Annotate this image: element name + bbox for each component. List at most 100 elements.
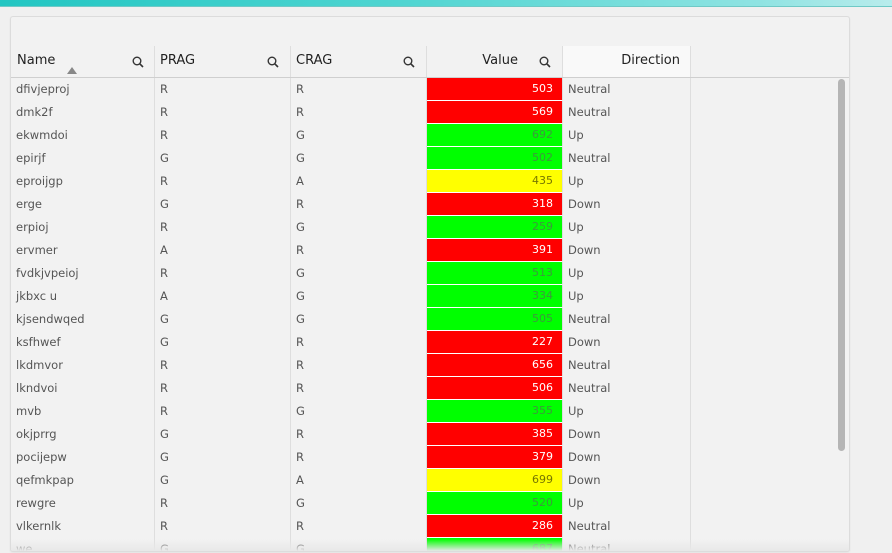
cell-direction: Up	[563, 400, 691, 423]
cell-crag: G	[291, 216, 427, 239]
cell-value: 502	[427, 147, 563, 170]
cell-crag: G	[291, 124, 427, 147]
table-row[interactable]: erpioj R G 259 Up	[11, 216, 849, 239]
cell-crag: R	[291, 515, 427, 538]
table-row[interactable]: dfivjeproj R R 503 Neutral	[11, 78, 849, 101]
table-row[interactable]: jkbxc u A G 334 Up	[11, 285, 849, 308]
cell-direction: Up	[563, 124, 691, 147]
cell-direction: Neutral	[563, 101, 691, 124]
cell-direction: Down	[563, 469, 691, 492]
cell-prag: R	[155, 400, 291, 423]
panel-footer	[11, 539, 849, 551]
cell-crag: R	[291, 78, 427, 101]
cell-crag: R	[291, 331, 427, 354]
cell-direction: Neutral	[563, 515, 691, 538]
cell-crag: G	[291, 492, 427, 515]
cell-value: 513	[427, 262, 563, 285]
cell-value: 506	[427, 377, 563, 400]
column-header-name-label: Name	[17, 53, 56, 68]
cell-prag: G	[155, 193, 291, 216]
cell-value: 435	[427, 170, 563, 193]
cell-direction: Up	[563, 285, 691, 308]
cell-value: 569	[427, 101, 563, 124]
table-row[interactable]: ervmer A R 391 Down	[11, 239, 849, 262]
column-header-crag[interactable]: CRAG	[291, 46, 427, 77]
column-header-value-label: Value	[482, 53, 518, 68]
table-row[interactable]: okjprrg G R 385 Down	[11, 423, 849, 446]
table-row[interactable]: fvdkjvpeioj R G 513 Up	[11, 262, 849, 285]
table-row[interactable]: qefmkpap G A 699 Down	[11, 469, 849, 492]
column-header-name[interactable]: Name	[11, 46, 155, 77]
table-row[interactable]: ksfhwef G R 227 Down	[11, 331, 849, 354]
cell-value: 692	[427, 124, 563, 147]
table-row[interactable]: ekwmdoi R G 692 Up	[11, 124, 849, 147]
cell-name: lkndvoi	[11, 377, 155, 400]
cell-prag: R	[155, 170, 291, 193]
cell-name: ekwmdoi	[11, 124, 155, 147]
cell-direction: Down	[563, 331, 691, 354]
cell-value: 385	[427, 423, 563, 446]
table-row[interactable]: vlkernlk R R 286 Neutral	[11, 515, 849, 538]
cell-prag: R	[155, 377, 291, 400]
column-header-crag-label: CRAG	[296, 53, 333, 68]
cell-crag: G	[291, 147, 427, 170]
search-icon[interactable]	[403, 56, 415, 68]
table-row[interactable]: eproijgp R A 435 Up	[11, 170, 849, 193]
cell-name: eproijgp	[11, 170, 155, 193]
table-row[interactable]: kjsendwqed G G 505 Neutral	[11, 308, 849, 331]
cell-value: 503	[427, 78, 563, 101]
cell-value: 505	[427, 308, 563, 331]
cell-name: fvdkjvpeioj	[11, 262, 155, 285]
cell-crag: R	[291, 239, 427, 262]
cell-name: jkbxc u	[11, 285, 155, 308]
cell-name: kjsendwqed	[11, 308, 155, 331]
column-header-prag-label: PRAG	[160, 53, 196, 68]
table-row[interactable]: lkdmvor R R 656 Neutral	[11, 354, 849, 377]
column-header-direction-label: Direction	[621, 53, 680, 68]
table-row[interactable]: epirjf G G 502 Neutral	[11, 147, 849, 170]
cell-prag: R	[155, 354, 291, 377]
cell-crag: G	[291, 308, 427, 331]
search-icon[interactable]	[267, 56, 279, 68]
app-header-bar	[0, 0, 892, 7]
cell-crag: A	[291, 469, 427, 492]
table-row[interactable]: pocijepw G R 379 Down	[11, 446, 849, 469]
cell-value: 259	[427, 216, 563, 239]
data-grid-panel: Name PRAG CRAG Value Direction dfivjepro…	[10, 16, 850, 552]
cell-direction: Neutral	[563, 354, 691, 377]
table-row[interactable]: erge G R 318 Down	[11, 193, 849, 216]
cell-prag: R	[155, 101, 291, 124]
cell-direction: Neutral	[563, 308, 691, 331]
cell-crag: G	[291, 262, 427, 285]
cell-name: pocijepw	[11, 446, 155, 469]
cell-value: 318	[427, 193, 563, 216]
cell-value: 699	[427, 469, 563, 492]
cell-name: qefmkpap	[11, 469, 155, 492]
cell-direction: Down	[563, 446, 691, 469]
cell-value: 656	[427, 354, 563, 377]
table-row[interactable]: dmk2f R R 569 Neutral	[11, 101, 849, 124]
search-icon[interactable]	[132, 56, 144, 68]
cell-prag: A	[155, 239, 291, 262]
scrollbar-thumb[interactable]	[838, 79, 845, 451]
cell-name: lkdmvor	[11, 354, 155, 377]
search-icon[interactable]	[539, 56, 551, 68]
table-row[interactable]: rewgre R G 520 Up	[11, 492, 849, 515]
vertical-scrollbar[interactable]	[837, 77, 847, 547]
cell-direction: Down	[563, 239, 691, 262]
column-header-value[interactable]: Value	[427, 46, 563, 77]
column-header-direction[interactable]: Direction	[563, 46, 691, 77]
cell-name: erge	[11, 193, 155, 216]
cell-prag: R	[155, 492, 291, 515]
cell-prag: G	[155, 469, 291, 492]
cell-crag: R	[291, 423, 427, 446]
column-header-prag[interactable]: PRAG	[155, 46, 291, 77]
cell-direction: Down	[563, 193, 691, 216]
sort-ascending-icon[interactable]	[67, 67, 77, 74]
table-row[interactable]: lkndvoi R R 506 Neutral	[11, 377, 849, 400]
cell-value: 391	[427, 239, 563, 262]
cell-name: dfivjeproj	[11, 78, 155, 101]
data-grid: Name PRAG CRAG Value Direction dfivjepro…	[11, 46, 849, 551]
cell-prag: R	[155, 216, 291, 239]
table-row[interactable]: mvb R G 355 Up	[11, 400, 849, 423]
